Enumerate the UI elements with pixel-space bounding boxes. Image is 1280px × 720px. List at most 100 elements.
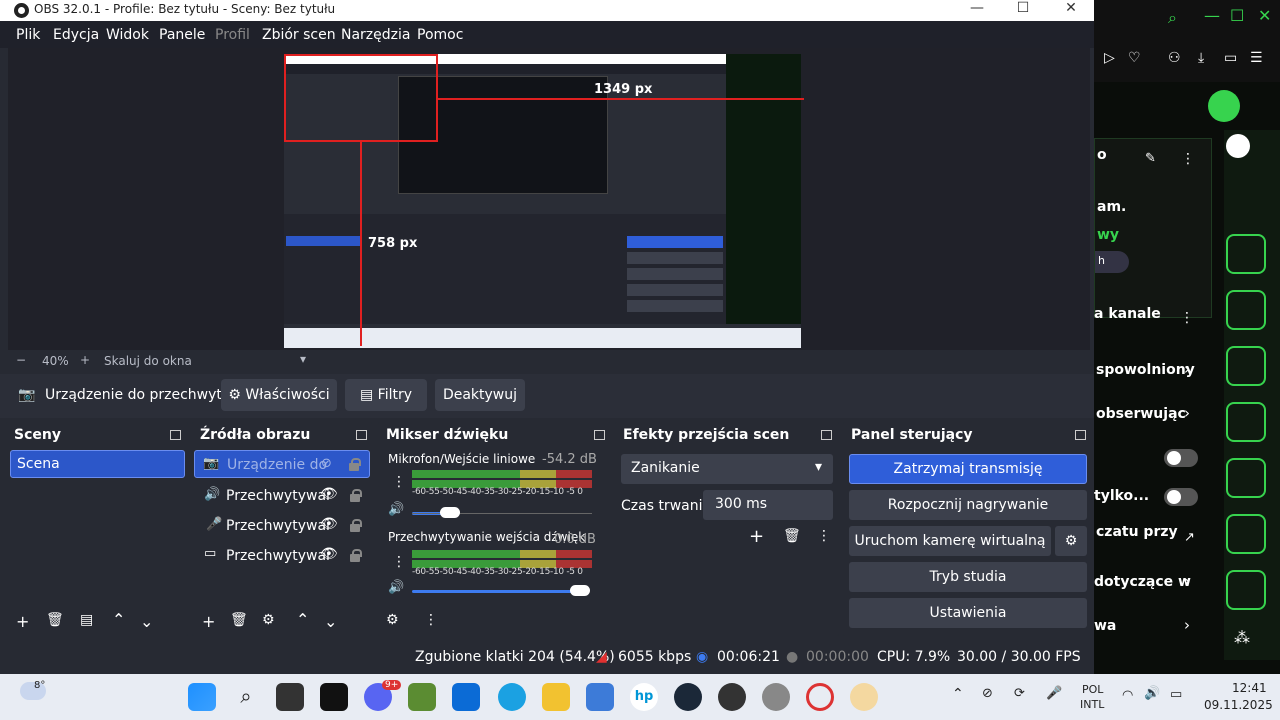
undock-icon[interactable] bbox=[594, 430, 605, 440]
move-down-icon[interactable]: ⌄ bbox=[140, 612, 153, 631]
transform-box[interactable] bbox=[284, 54, 438, 142]
trash-icon[interactable]: 🗑 bbox=[783, 528, 801, 544]
eye-icon[interactable]: 👁 bbox=[320, 516, 338, 532]
stop-stream-button[interactable]: Zatrzymaj transmisję bbox=[849, 454, 1087, 484]
toggle-switch[interactable] bbox=[1164, 449, 1198, 467]
eye-hidden-icon[interactable]: ⊘ bbox=[321, 456, 332, 471]
chevron-right-icon[interactable]: › bbox=[1184, 616, 1190, 634]
source-item[interactable]: 🎤 Przechwytywai 👁 bbox=[194, 512, 370, 540]
chevron-down-icon[interactable]: ▾ bbox=[300, 352, 306, 366]
eye-icon[interactable]: 👁 bbox=[320, 546, 338, 562]
play-icon[interactable]: ▷ bbox=[1104, 50, 1115, 66]
add-scene-button[interactable]: + bbox=[16, 612, 29, 631]
avatar[interactable] bbox=[1208, 90, 1240, 122]
duration-spinbox[interactable]: 300 ms bbox=[703, 490, 833, 520]
lock-icon[interactable] bbox=[350, 549, 362, 562]
move-up-icon[interactable]: ⌃ bbox=[296, 610, 309, 629]
studio-mode-button[interactable]: Tryb studia bbox=[849, 562, 1087, 592]
download-icon[interactable]: ⤓ bbox=[1198, 50, 1204, 66]
trash-icon[interactable]: 🗑 bbox=[230, 612, 248, 628]
wrench-icon[interactable] bbox=[1226, 570, 1266, 610]
speaker-icon[interactable]: 🔊 bbox=[388, 502, 404, 517]
undock-icon[interactable] bbox=[821, 430, 832, 440]
menu-pomoc[interactable]: Pomoc bbox=[417, 27, 463, 43]
chat-icon[interactable] bbox=[1226, 402, 1266, 442]
network-off-icon[interactable]: ⊘ bbox=[982, 686, 993, 701]
wifi-icon[interactable]: ◠ bbox=[1122, 688, 1133, 703]
menu-plik[interactable]: Plik bbox=[16, 27, 40, 43]
undock-icon[interactable] bbox=[356, 430, 367, 440]
gear-icon[interactable]: ⚙ bbox=[262, 612, 275, 628]
menu-profil[interactable]: Profil bbox=[215, 27, 250, 43]
volume-slider-handle[interactable] bbox=[440, 507, 460, 518]
start-button[interactable] bbox=[188, 683, 216, 711]
minimize-button[interactable]: — bbox=[954, 0, 1000, 21]
zoom-in-button[interactable]: + bbox=[80, 353, 90, 367]
filters-button[interactable]: ▤ Filtry bbox=[345, 379, 427, 411]
more-options-icon[interactable]: ⋮ bbox=[424, 612, 438, 628]
chevron-up-icon[interactable]: ⌃ bbox=[952, 686, 964, 702]
battery-icon[interactable]: ▭ bbox=[1170, 687, 1182, 702]
move-up-icon[interactable]: ⌃ bbox=[112, 610, 125, 629]
lock-icon[interactable] bbox=[350, 489, 362, 502]
transition-select[interactable]: Zanikanie ▾ bbox=[621, 454, 833, 484]
source-item[interactable]: 🔊 Przechwytywai 👁 bbox=[194, 482, 370, 510]
gear-icon[interactable]: ⚙ bbox=[1055, 526, 1087, 556]
close-icon[interactable]: ✕ bbox=[1258, 6, 1271, 25]
menu-zbior-scen[interactable]: Zbiór scen bbox=[262, 27, 336, 43]
edge-icon[interactable] bbox=[498, 683, 526, 711]
menu-edycja[interactable]: Edycja bbox=[53, 27, 99, 43]
lightning-icon[interactable] bbox=[1226, 290, 1266, 330]
virtual-camera-button[interactable]: Uruchom kamerę wirtualną bbox=[849, 526, 1051, 556]
scene-item[interactable]: Scena bbox=[10, 450, 185, 478]
settings-icon[interactable] bbox=[762, 683, 790, 711]
avatar-app-icon[interactable] bbox=[850, 683, 878, 711]
preview-area[interactable]: 1349 px 758 px bbox=[8, 48, 1090, 350]
deactivate-button[interactable]: Deaktywuj bbox=[435, 379, 525, 411]
more-options-icon[interactable]: ⋮ bbox=[817, 528, 831, 544]
source-item-selected[interactable]: 📷 Urządzenie do ⊘ bbox=[194, 450, 370, 478]
zoom-out-button[interactable]: − bbox=[16, 353, 26, 367]
start-recording-button[interactable]: Rozpocznij nagrywanie bbox=[849, 490, 1087, 520]
undock-icon[interactable] bbox=[1075, 430, 1086, 440]
app-ring-icon[interactable] bbox=[806, 683, 834, 711]
toggle-switch[interactable] bbox=[1164, 488, 1198, 506]
menu-icon[interactable]: ☰ bbox=[1250, 50, 1263, 66]
zoom-mode-select[interactable]: Skaluj do okna bbox=[104, 354, 192, 368]
clock-date[interactable]: 09.11.2025 bbox=[1204, 698, 1273, 712]
source-item[interactable]: ▭ Przechwytywai 👁 bbox=[194, 542, 370, 570]
volume-slider-handle[interactable] bbox=[570, 585, 590, 596]
chevron-right-icon[interactable]: › bbox=[1184, 572, 1190, 590]
more-options-icon[interactable]: ⋮ bbox=[1181, 151, 1195, 167]
settings-button[interactable]: Ustawienia bbox=[849, 598, 1087, 628]
more-options-icon[interactable]: ⋮ bbox=[1180, 310, 1194, 326]
properties-button[interactable]: ⚙ Właściwości bbox=[221, 379, 337, 411]
epic-games-icon[interactable] bbox=[320, 683, 348, 711]
taskview-icon[interactable] bbox=[276, 683, 304, 711]
speaker-icon[interactable]: 🔊 bbox=[388, 580, 404, 595]
undock-icon[interactable] bbox=[170, 430, 181, 440]
eye-icon[interactable]: 👁 bbox=[320, 486, 338, 502]
external-link-icon[interactable]: ↗ bbox=[1184, 530, 1195, 545]
microphone-icon[interactable]: 🎤 bbox=[1046, 686, 1062, 701]
filter-icon[interactable]: ▤ bbox=[80, 612, 93, 628]
folder-icon[interactable] bbox=[542, 683, 570, 711]
info-icon[interactable] bbox=[1226, 134, 1250, 158]
add-transition-button[interactable]: + bbox=[749, 526, 764, 547]
tv-icon[interactable] bbox=[1226, 514, 1266, 554]
maximize-icon[interactable]: ☐ bbox=[1230, 6, 1244, 25]
store-icon[interactable] bbox=[452, 683, 480, 711]
more-options-icon[interactable]: ⋮ bbox=[392, 474, 406, 490]
network-nodes-icon[interactable]: ⁂ bbox=[1234, 628, 1250, 647]
toggle-icon[interactable]: ▭ bbox=[1224, 50, 1237, 66]
chevron-right-icon[interactable]: › bbox=[1184, 360, 1190, 378]
volume-icon[interactable]: 🔊 bbox=[1144, 686, 1160, 701]
minecraft-icon[interactable] bbox=[408, 683, 436, 711]
more-options-icon[interactable]: ⋮ bbox=[392, 554, 406, 570]
broadcast-icon[interactable] bbox=[1226, 458, 1266, 498]
menu-widok[interactable]: Widok bbox=[106, 27, 149, 43]
menu-narzedzia[interactable]: Narzędzia bbox=[341, 27, 410, 43]
trash-icon[interactable]: 🗑 bbox=[46, 612, 64, 628]
close-button[interactable]: ✕ bbox=[1048, 0, 1094, 21]
chevron-right-icon[interactable]: › bbox=[1184, 404, 1190, 422]
